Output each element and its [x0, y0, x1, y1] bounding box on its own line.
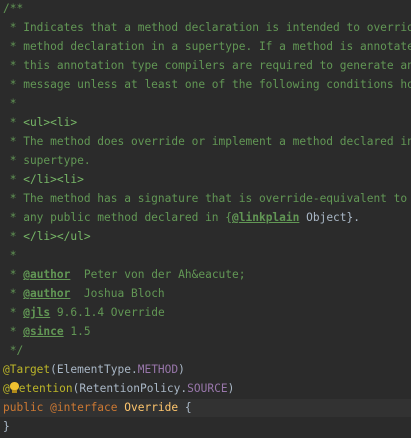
code-line-1: /** [3, 0, 411, 18]
comment-text: * [3, 97, 17, 110]
author-value: Peter von der Ah&eacute; [70, 268, 246, 281]
public-keyword: public [3, 401, 44, 414]
comment-prefix: * [3, 173, 24, 186]
comment-prefix: * [3, 230, 24, 243]
comment-text: * method declaration in a supertype. If … [3, 40, 411, 53]
comment-text: * The method does override or implement … [3, 135, 411, 148]
target-annotation[interactable]: @Target [3, 363, 50, 376]
code-line-13: * </li></ul> [3, 228, 411, 246]
comment-prefix: * [3, 116, 24, 129]
code-line-19: */ [3, 342, 411, 360]
annotation-args-close: ) [178, 363, 185, 376]
javadoc-jls-tag: @jls [23, 306, 51, 319]
code-line-5: * message unless at least one of the fol… [3, 76, 411, 94]
comment-text: * message unless at least one of the fol… [3, 78, 411, 91]
code-line-3: * method declaration in a supertype. If … [3, 38, 411, 56]
code-line-16: * @author Joshua Bloch [3, 285, 411, 303]
code-line-22-current: public @interface Override { [0, 399, 411, 417]
interface-keyword: @interface [43, 401, 118, 414]
code-line-17: * @jls 9.6.1.4 Override [3, 304, 411, 322]
javadoc-author-tag: @author [23, 287, 71, 300]
lightbulb-base [11, 390, 17, 393]
code-line-2: * Indicates that a method declaration is… [3, 19, 411, 37]
close-brace: } [3, 420, 10, 433]
code-editor[interactable]: /** * Indicates that a method declaratio… [0, 0, 411, 438]
comment-prefix: * [3, 287, 24, 300]
code-line-11: * The method has a signature that is ove… [3, 190, 411, 208]
source-constant[interactable]: SOURCE [187, 382, 227, 395]
code-line-15: * @author Peter von der Ah&eacute; [3, 266, 411, 284]
comment-text: * Indicates that a method declaration is… [3, 21, 411, 34]
annotation-args-open: (ElementType. [50, 363, 138, 376]
code-line-20: @Target(ElementType.METHOD) [3, 361, 411, 379]
annotation-args-open: (RetentionPolicy. [72, 382, 188, 395]
code-line-4: * this annotation type compilers are req… [3, 57, 411, 75]
code-line-8: * The method does override or implement … [3, 133, 411, 151]
javadoc-author-tag: @author [23, 268, 71, 281]
link-target: Object}. [299, 211, 360, 224]
comment-text: * The method has a signature that is ove… [9, 192, 408, 205]
javadoc-since-tag: @since [23, 325, 64, 338]
code-line-23: } [3, 418, 411, 436]
html-tag: </li><li> [23, 173, 84, 186]
comment-prefix: * any public method declared in { [3, 211, 233, 224]
html-tag: <ul><li> [23, 116, 78, 129]
code-line-6: * [3, 95, 411, 113]
code-line-14: * [3, 247, 411, 265]
code-line-18: * @since 1.5 [3, 323, 411, 341]
comment-prefix: * [3, 306, 24, 319]
lightbulb-glass [9, 382, 19, 390]
author-value: Joshua Bloch [70, 287, 165, 300]
code-line-7: * <ul><li> [3, 114, 411, 132]
html-tag: </li></ul> [23, 230, 91, 243]
comment-text: /** [3, 2, 24, 15]
javadoc-linkplain-tag[interactable]: @linkplain [232, 211, 299, 224]
override-type-name[interactable]: Override [118, 401, 178, 414]
jls-value: 9.6.1.4 Override [50, 306, 165, 319]
annotation-at-sign: @ [3, 382, 10, 395]
code-line-21: @ etention(RetentionPolicy.SOURCE) [3, 380, 411, 398]
since-value: 1.5 [63, 325, 91, 338]
annotation-args-close: ) [227, 382, 235, 395]
code-line-12: * any public method declared in {@linkpl… [3, 209, 411, 227]
code-line-9: * supertype. [3, 152, 411, 170]
code-line-10: * </li><li> [3, 171, 411, 189]
open-brace: { [178, 401, 192, 414]
comment-prefix: * [3, 325, 24, 338]
comment-prefix: * [3, 268, 24, 281]
comment-text: * supertype. [3, 154, 91, 167]
lightbulb-icon[interactable] [9, 382, 19, 393]
comment-text: * [3, 249, 17, 262]
comment-text: * this annotation type compilers are req… [3, 59, 411, 72]
comment-text: */ [3, 344, 24, 357]
retention-annotation[interactable]: etention [19, 382, 73, 395]
method-constant[interactable]: METHOD [138, 363, 178, 376]
